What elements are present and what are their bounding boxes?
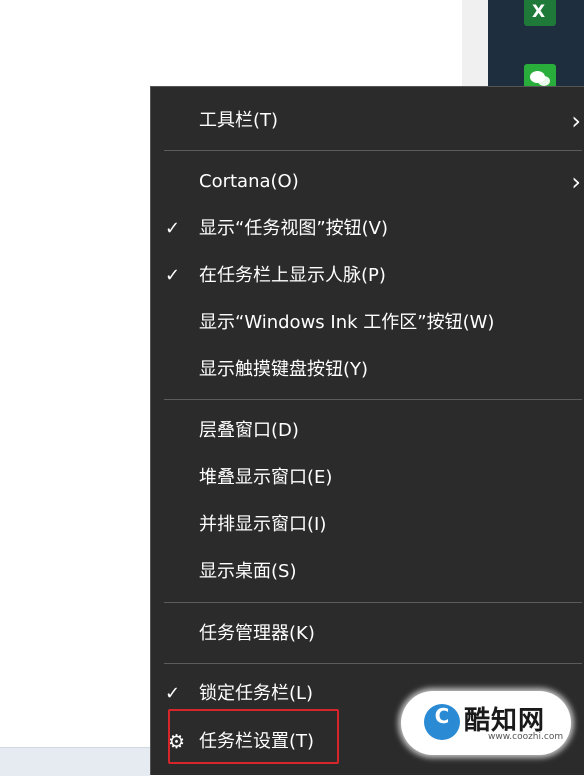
menu-item-toolbars[interactable]: 工具栏(T) › <box>151 101 584 141</box>
highlight-box <box>168 709 339 764</box>
menu-item-label: Cortana(O) <box>199 171 299 192</box>
menu-item-label: 在任务栏上显示人脉(P) <box>199 265 386 286</box>
menu-item-label: 任务管理器(K) <box>199 623 315 644</box>
menu-item-show-touch-keyboard-button[interactable]: 显示触摸键盘按钮(Y) <box>151 350 584 390</box>
menu-item-label: 并排显示窗口(I) <box>199 514 327 535</box>
menu-item-show-desktop[interactable]: 显示桌面(S) <box>151 552 584 592</box>
menu-separator <box>164 399 582 400</box>
window-bottom-bar <box>0 747 150 776</box>
checkmark-icon: ✓ <box>165 218 181 239</box>
menu-separator <box>164 602 582 603</box>
menu-separator <box>164 150 582 151</box>
menu-item-cascade-windows[interactable]: 层叠窗口(D) <box>151 411 584 451</box>
menu-item-label: 层叠窗口(D) <box>199 420 299 441</box>
menu-item-cortana[interactable]: Cortana(O) › <box>151 162 584 202</box>
menu-item-label: 工具栏(T) <box>199 110 279 131</box>
watermark: C 酷知网 www.coozhi.com <box>404 694 568 752</box>
menu-item-task-manager[interactable]: 任务管理器(K) <box>151 614 584 654</box>
watermark-url: www.coozhi.com <box>488 732 564 742</box>
menu-item-label: 显示“Windows Ink 工作区”按钮(W) <box>199 312 495 333</box>
watermark-logo: C <box>424 704 460 740</box>
chevron-right-icon: › <box>571 168 581 196</box>
menu-item-label: 锁定任务栏(L) <box>199 683 314 704</box>
menu-item-side-by-side-windows[interactable]: 并排显示窗口(I) <box>151 505 584 545</box>
menu-item-stack-windows[interactable]: 堆叠显示窗口(E) <box>151 458 584 498</box>
menu-item-label: 显示桌面(S) <box>199 561 297 582</box>
chevron-right-icon: › <box>571 107 581 135</box>
menu-item-show-people[interactable]: ✓ 在任务栏上显示人脉(P) <box>151 256 584 296</box>
menu-separator <box>164 663 582 664</box>
menu-item-label: 显示“任务视图”按钮(V) <box>199 218 389 239</box>
excel-icon[interactable] <box>524 0 556 26</box>
menu-item-show-windows-ink-button[interactable]: 显示“Windows Ink 工作区”按钮(W) <box>151 303 584 343</box>
menu-item-label: 显示触摸键盘按钮(Y) <box>199 359 369 380</box>
menu-item-show-task-view-button[interactable]: ✓ 显示“任务视图”按钮(V) <box>151 209 584 249</box>
checkmark-icon: ✓ <box>165 683 181 704</box>
menu-item-label: 堆叠显示窗口(E) <box>199 467 333 488</box>
taskbar-context-menu: 工具栏(T) › Cortana(O) › ✓ 显示“任务视图”按钮(V) ✓ … <box>150 86 584 775</box>
checkmark-icon: ✓ <box>165 265 181 286</box>
